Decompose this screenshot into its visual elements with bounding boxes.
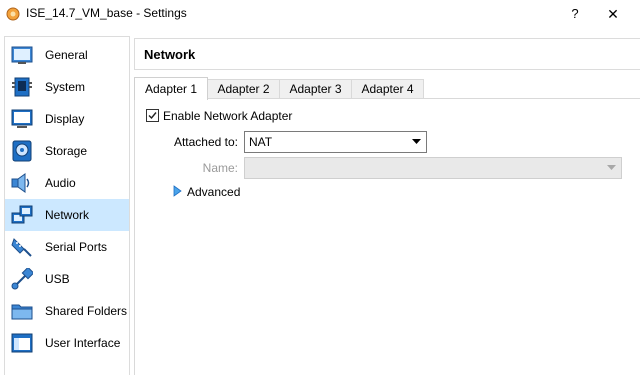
sidebar-item-general[interactable]: General (5, 39, 129, 71)
page-header: Network (134, 38, 640, 70)
general-icon (11, 46, 33, 64)
sidebar-item-label: Storage (45, 144, 88, 158)
sidebar-item-label: User Interface (45, 336, 121, 350)
system-icon (12, 77, 32, 97)
help-button[interactable]: ? (560, 4, 590, 24)
tab-adapter-3[interactable]: Adapter 3 (279, 79, 352, 99)
sidebar-item-label: Audio (45, 176, 76, 190)
settings-window: ISE_14.7_VM_base - Settings ? ✕ General … (0, 0, 640, 375)
tab-adapter-4[interactable]: Adapter 4 (351, 79, 424, 99)
checkmark-icon (148, 112, 157, 120)
audio-icon (11, 173, 30, 193)
chevron-down-icon (412, 139, 421, 144)
sidebar-item-network[interactable]: Network (5, 199, 129, 231)
network-icon (11, 205, 33, 224)
tab-adapter-1[interactable]: Adapter 1 (134, 77, 208, 100)
sidebar-item-system[interactable]: System (5, 71, 129, 103)
user-interface-icon (11, 333, 33, 353)
sidebar-item-display[interactable]: Display (5, 103, 129, 135)
attached-to-value: NAT (249, 135, 273, 149)
title-bar: ISE_14.7_VM_base - Settings ? ✕ (0, 0, 640, 28)
sidebar-item-storage[interactable]: Storage (5, 135, 129, 167)
attached-to-select[interactable]: NAT (244, 131, 427, 153)
virtualbox-app-icon (6, 7, 20, 21)
shared-folders-icon (11, 304, 33, 320)
sidebar-item-label: USB (45, 272, 70, 286)
chevron-down-icon (607, 165, 616, 170)
sidebar-item-label: Serial Ports (45, 240, 108, 254)
attached-to-label: Attached to: (173, 135, 238, 149)
tab-adapter-2[interactable]: Adapter 2 (207, 79, 280, 99)
storage-icon (12, 140, 32, 162)
sidebar-item-label: Shared Folders (45, 304, 128, 318)
name-label: Name: (202, 161, 238, 175)
sidebar-item-usb[interactable]: USB (5, 263, 129, 295)
expand-arrow-icon[interactable] (173, 185, 183, 197)
sidebar-item-audio[interactable]: Audio (5, 167, 129, 199)
enable-network-adapter-label[interactable]: Enable Network Adapter (163, 109, 292, 123)
window-title: ISE_14.7_VM_base - Settings (26, 6, 187, 20)
advanced-toggle-label[interactable]: Advanced (187, 185, 240, 199)
sidebar-item-label: Display (45, 112, 85, 126)
sidebar-item-label: System (45, 80, 86, 94)
settings-sidebar: General System Display Storage Audio Net… (4, 36, 130, 375)
adapter-tabs: Adapter 1 Adapter 2 Adapter 3 Adapter 4 (134, 77, 640, 100)
close-button[interactable]: ✕ (598, 4, 628, 24)
sidebar-item-label: Network (45, 208, 90, 222)
usb-icon (11, 268, 33, 290)
name-combobox (244, 157, 622, 179)
display-icon (11, 109, 33, 128)
serial-ports-icon (11, 238, 32, 257)
sidebar-item-shared-folders[interactable]: Shared Folders (5, 295, 129, 327)
sidebar-item-user-interface[interactable]: User Interface (5, 327, 129, 359)
enable-network-adapter-checkbox[interactable] (146, 109, 159, 122)
sidebar-item-serial-ports[interactable]: Serial Ports (5, 231, 129, 263)
sidebar-item-label: General (45, 48, 88, 62)
page-title: Network (144, 47, 196, 62)
